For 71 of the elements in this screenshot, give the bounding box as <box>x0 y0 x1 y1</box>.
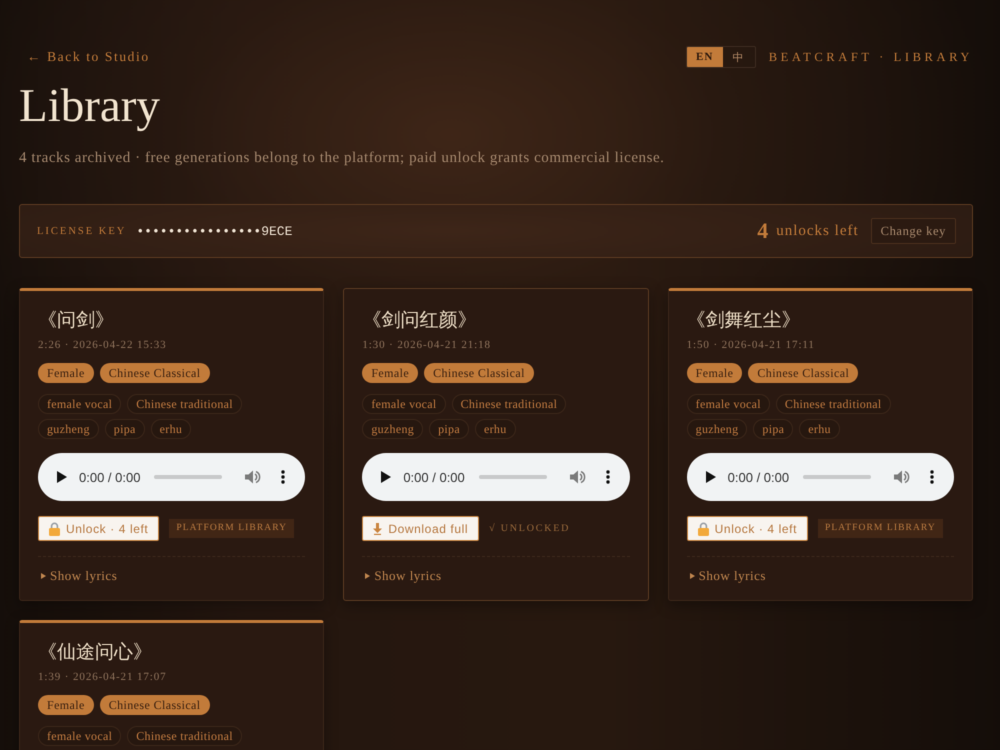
play-icon[interactable] <box>381 471 392 483</box>
track-title: 《剑问红颜》 <box>362 309 478 333</box>
style-tag: pipa <box>429 419 469 439</box>
library-badge: PLATFORM LIBRARY <box>169 519 294 538</box>
brand-title: BEATCRAFT · LIBRARY <box>768 50 973 64</box>
style-tag: guzheng <box>686 419 748 439</box>
genre-tag: Chinese Classical <box>748 363 858 383</box>
genre-tag: Female <box>362 363 418 383</box>
style-tag: Chinese traditional <box>776 394 891 414</box>
track-title: 《仙途问心》 <box>38 641 153 665</box>
unlocks-count: 4 <box>757 218 768 244</box>
volume-icon[interactable] <box>894 470 910 484</box>
style-tag: female vocal <box>38 394 122 414</box>
time-text: 0:00 / 0:00 <box>403 470 465 484</box>
style-tag: erhu <box>799 419 840 439</box>
lock-icon <box>49 522 60 536</box>
unlocked-status: √ UNLOCKED <box>489 523 570 534</box>
progress-track[interactable] <box>803 475 872 479</box>
play-icon[interactable] <box>706 471 716 483</box>
language-option[interactable]: EN <box>686 47 723 67</box>
page-title: Library <box>19 80 161 132</box>
volume-icon[interactable] <box>245 470 262 484</box>
time-text: 0:00 / 0:00 <box>728 470 790 484</box>
style-tag: female vocal <box>362 394 446 414</box>
download-icon <box>373 522 382 534</box>
library-badge: PLATFORM LIBRARY <box>818 519 943 538</box>
style-tag: Chinese traditional <box>452 394 566 414</box>
genre-tag: Female <box>686 363 742 383</box>
style-tag: pipa <box>104 419 145 439</box>
style-tag: guzheng <box>38 419 99 439</box>
track-title: 《问剑》 <box>38 309 115 333</box>
style-tag: female vocal <box>38 726 122 746</box>
track-meta: 1:39 · 2026-04-21 17:07 <box>38 670 168 684</box>
genre-tag: Chinese Classical <box>100 363 210 383</box>
track-meta: 1:50 · 2026-04-21 17:11 <box>686 338 816 352</box>
show-lyrics-toggle[interactable]: Show lyrics <box>686 567 766 585</box>
unlock-button[interactable]: Unlock · 4 left <box>686 516 808 541</box>
time-text: 0:00 / 0:00 <box>79 470 140 484</box>
style-tag: female vocal <box>686 394 770 414</box>
change-key-button[interactable]: Change key <box>870 218 956 244</box>
progress-track[interactable] <box>154 475 222 479</box>
style-tag: Chinese traditional <box>127 394 242 414</box>
back-link[interactable]: ← Back to Studio <box>27 49 150 65</box>
unlock-button[interactable]: Unlock · 4 left <box>38 516 160 541</box>
more-icon[interactable] <box>281 470 286 484</box>
track-meta: 1:30 · 2026-04-21 21:18 <box>362 338 492 352</box>
style-tag: erhu <box>474 419 516 439</box>
language-option[interactable]: 中 <box>722 47 755 67</box>
genre-tag: Chinese Classical <box>424 363 534 383</box>
lock-icon <box>698 522 709 536</box>
volume-icon[interactable] <box>570 470 586 484</box>
genre-tag: Chinese Classical <box>100 695 210 715</box>
download-button[interactable]: Download full <box>362 516 480 541</box>
show-lyrics-toggle[interactable]: Show lyrics <box>362 567 442 585</box>
show-lyrics-toggle[interactable]: Show lyrics <box>38 567 118 585</box>
progress-track[interactable] <box>478 475 547 479</box>
track-meta: 2:26 · 2026-04-22 15:33 <box>38 338 168 352</box>
style-tag: guzheng <box>362 419 424 439</box>
more-icon[interactable] <box>606 470 610 484</box>
page-subtitle: 4 tracks archived · free generations belong to the platform; paid unlock grants commercial license. <box>19 149 666 168</box>
unlocks-label: unlocks left <box>776 222 859 240</box>
style-tag: Chinese traditional <box>127 726 242 746</box>
more-icon[interactable] <box>930 470 934 484</box>
play-icon[interactable] <box>57 471 67 483</box>
license-label: LICENSE KEY <box>37 226 126 236</box>
style-tag: pipa <box>753 419 794 439</box>
track-title: 《剑舞红尘》 <box>686 309 802 333</box>
license-key-value: ••••••••••••••••9ECE <box>136 224 292 238</box>
genre-tag: Female <box>38 363 94 383</box>
genre-tag: Female <box>38 695 94 715</box>
style-tag: erhu <box>150 419 192 439</box>
